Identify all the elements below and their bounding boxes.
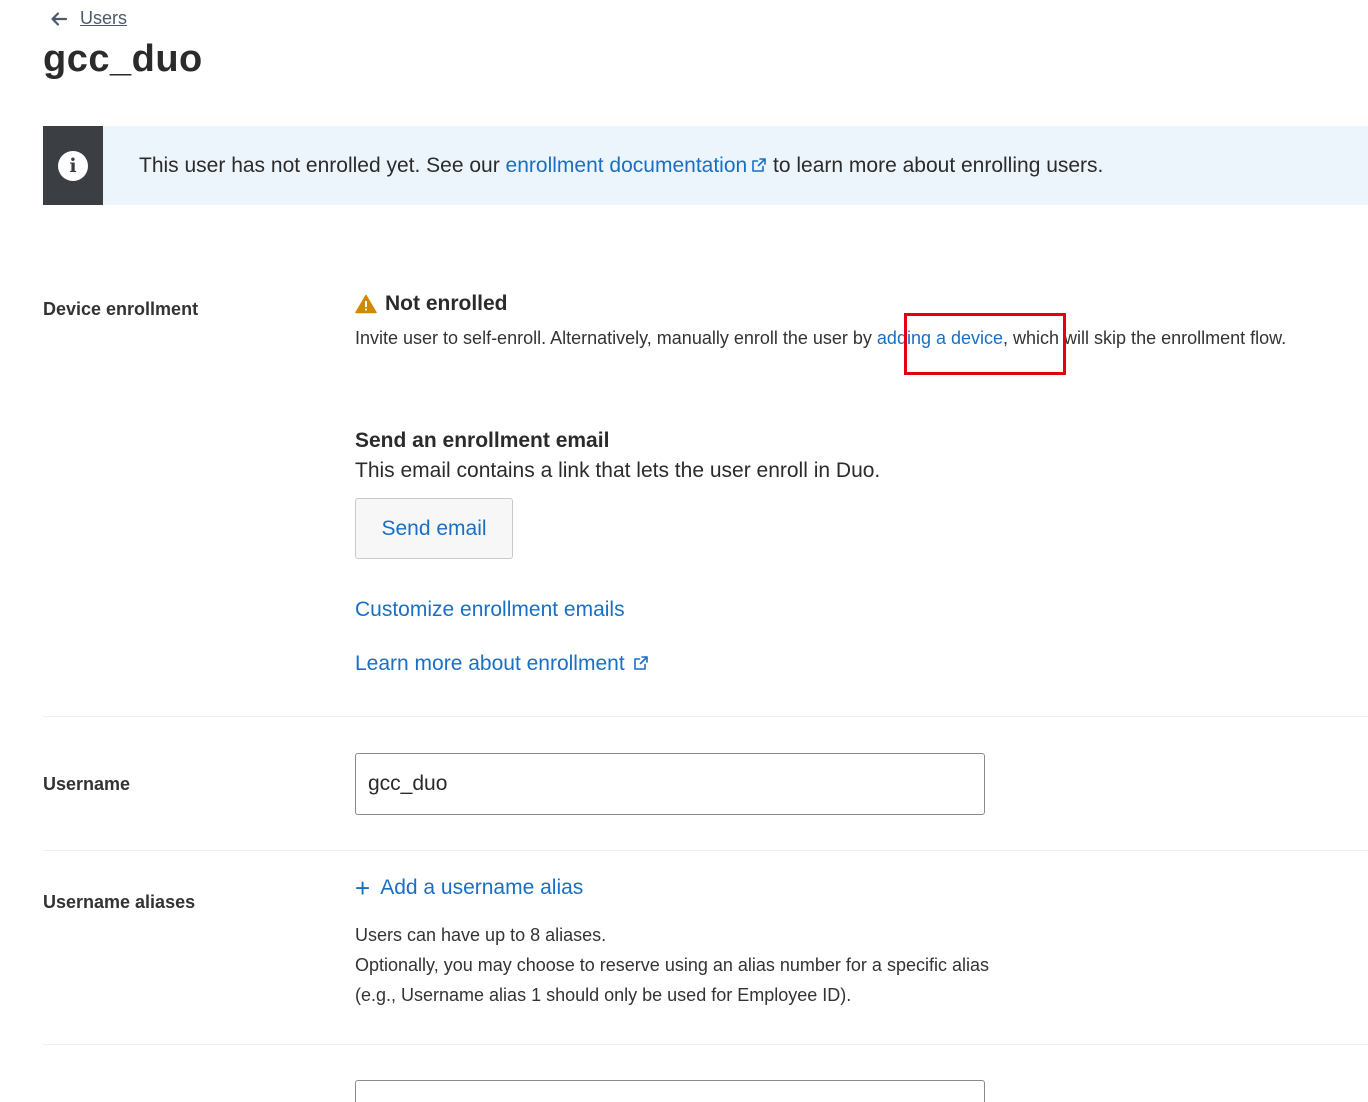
banner-icon-box: i <box>43 126 103 205</box>
arrow-left-icon[interactable] <box>50 10 68 28</box>
username-input[interactable] <box>355 753 985 815</box>
back-to-users-link[interactable]: Users <box>80 8 127 29</box>
enrollment-desc-after: , which will skip the enrollment flow. <box>1003 328 1287 348</box>
banner-text-after: to learn more about enrolling users. <box>767 153 1104 177</box>
enrollment-status-text: Not enrolled <box>385 292 508 315</box>
alias-help-text: Users can have up to 8 aliases. Optional… <box>355 920 989 1010</box>
device-enrollment-label: Device enrollment <box>43 299 199 319</box>
divider <box>43 850 1368 851</box>
info-banner: i This user has not enrolled yet. See ou… <box>43 126 1368 205</box>
username-aliases-label: Username aliases <box>43 892 196 912</box>
add-username-alias-link[interactable]: + Add a username alias <box>355 875 583 901</box>
enrollment-documentation-link[interactable]: enrollment documentation <box>506 154 768 177</box>
send-enrollment-email-description: This email contains a link that lets the… <box>355 459 881 482</box>
page-title: gcc_duo <box>43 38 203 80</box>
enrollment-description: Invite user to self-enroll. Alternativel… <box>355 328 1286 349</box>
enrollment-desc-before: Invite user to self-enroll. Alternativel… <box>355 328 877 348</box>
divider <box>43 1044 1368 1045</box>
add-username-alias-text: Add a username alias <box>380 876 584 899</box>
username-alias-input[interactable] <box>355 1080 985 1102</box>
divider <box>43 716 1368 717</box>
learn-more-enrollment-link-text: Learn more about enrollment <box>355 652 625 675</box>
warning-icon <box>355 294 377 314</box>
external-link-icon <box>752 157 767 172</box>
alias-help-line: (e.g., Username alias 1 should only be u… <box>355 985 852 1005</box>
banner-text-before: This user has not enrolled yet. See our <box>139 153 506 177</box>
alias-help-line: Optionally, you may choose to reserve us… <box>355 955 989 975</box>
external-link-icon <box>633 656 648 670</box>
alias-help-line: Users can have up to 8 aliases. <box>355 925 607 945</box>
plus-icon: + <box>355 873 371 903</box>
enrollment-status: Not enrolled <box>355 292 508 316</box>
enrollment-documentation-link-text: enrollment documentation <box>505 153 748 177</box>
adding-a-device-link[interactable]: adding a device <box>877 328 1003 348</box>
customize-enrollment-emails-link[interactable]: Customize enrollment emails <box>355 598 625 622</box>
info-icon: i <box>58 150 88 181</box>
send-email-button[interactable]: Send email <box>355 498 513 559</box>
username-label: Username <box>43 774 131 794</box>
learn-more-enrollment-link[interactable]: Learn more about enrollment <box>355 652 649 676</box>
user-detail-page: Users gcc_duo i This user has not enroll… <box>0 0 1368 1102</box>
breadcrumb: Users <box>50 8 127 29</box>
banner-message: This user has not enrolled yet. See our … <box>139 154 1103 178</box>
send-enrollment-email-title: Send an enrollment email <box>355 429 610 452</box>
